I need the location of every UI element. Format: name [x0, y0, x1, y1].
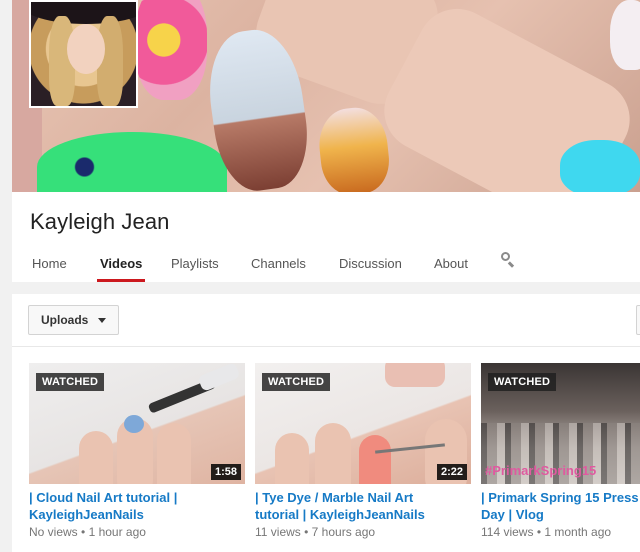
videos-panel: Uploads WATCHED 1:58 | Cloud Nail Art tu… — [12, 294, 640, 552]
video-age: 1 hour ago — [88, 525, 146, 539]
video-card[interactable]: WATCHED 1:58 | Cloud Nail Art tutorial |… — [29, 363, 245, 539]
banner-nail-donut — [135, 0, 207, 100]
video-views: 11 views — [255, 525, 301, 539]
channel-banner — [12, 0, 640, 192]
watched-badge: WATCHED — [488, 373, 557, 391]
video-thumbnail[interactable]: WATCHED 2:22 — [255, 363, 471, 484]
tab-playlists[interactable]: Playlists — [171, 246, 219, 282]
avatar-face — [67, 24, 105, 74]
search-icon[interactable] — [499, 250, 519, 270]
video-card[interactable]: WATCHED 2:22 | Tye Dye / Marble Nail Art… — [255, 363, 471, 539]
uploads-label: Uploads — [41, 313, 89, 327]
video-title-line[interactable]: | Cloud Nail Art tutorial | — [29, 489, 245, 506]
video-card[interactable]: #PrimarkSpring15 WATCHED | Primark Sprin… — [481, 363, 640, 539]
video-age: 7 hours ago — [311, 525, 376, 539]
video-thumbnail[interactable]: #PrimarkSpring15 WATCHED — [481, 363, 640, 484]
tab-about[interactable]: About — [434, 246, 468, 282]
video-meta: 11 views • 7 hours ago — [255, 525, 376, 539]
view-toggle-button[interactable] — [636, 305, 640, 335]
video-title-line[interactable]: KayleighJeanNails — [29, 506, 245, 523]
video-title[interactable]: | Tye Dye / Marble Nail Art tutorial | K… — [255, 489, 471, 523]
video-thumbnail[interactable]: WATCHED 1:58 — [29, 363, 245, 484]
tab-discussion[interactable]: Discussion — [339, 246, 402, 282]
thumbnail-overlay-text: #PrimarkSpring15 — [485, 463, 597, 478]
watched-badge: WATCHED — [36, 373, 105, 391]
banner-nail-sprinkles — [610, 0, 640, 70]
video-title[interactable]: | Cloud Nail Art tutorial | KayleighJean… — [29, 489, 245, 523]
video-views: No views — [29, 525, 78, 539]
video-duration: 2:22 — [436, 464, 467, 480]
video-title-line[interactable]: tutorial | KayleighJeanNails — [255, 506, 471, 523]
video-meta: 114 views • 1 month ago — [481, 525, 612, 539]
video-title-line[interactable]: | Primark Spring 15 Press — [481, 489, 640, 506]
uploads-dropdown[interactable]: Uploads — [28, 305, 119, 335]
avatar-hat — [31, 2, 136, 24]
video-age: 1 month ago — [544, 525, 612, 539]
tab-channels[interactable]: Channels — [251, 246, 306, 282]
channel-name[interactable]: Kayleigh Jean — [30, 209, 170, 235]
tab-videos[interactable]: Videos — [96, 246, 146, 282]
caret-down-icon — [98, 317, 107, 323]
tab-home[interactable]: Home — [32, 246, 67, 282]
divider — [12, 346, 640, 347]
banner-nail-fries — [315, 104, 393, 192]
video-title-line[interactable]: | Tye Dye / Marble Nail Art — [255, 489, 471, 506]
video-meta: No views • 1 hour ago — [29, 525, 146, 539]
banner-nail-eyes — [37, 132, 227, 192]
channel-avatar[interactable] — [29, 0, 138, 108]
video-title-line[interactable]: Day | Vlog — [481, 506, 640, 523]
video-title[interactable]: | Primark Spring 15 Press Day | Vlog — [481, 489, 640, 523]
banner-nail-blue — [560, 140, 640, 192]
channel-header: Kayleigh Jean Home Videos Playlists Chan… — [12, 192, 640, 282]
video-views: 114 views — [481, 525, 534, 539]
video-duration: 1:58 — [210, 464, 241, 480]
watched-badge: WATCHED — [262, 373, 331, 391]
